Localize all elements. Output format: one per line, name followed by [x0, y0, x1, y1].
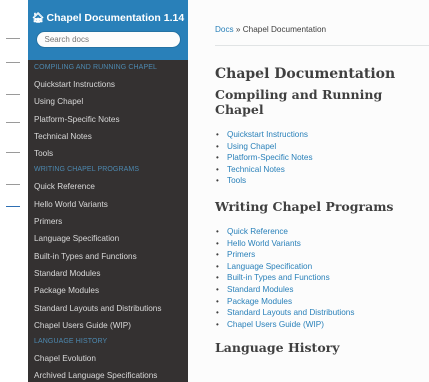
sidebar-item[interactable]: Language Specification [28, 230, 188, 247]
doc-list-item: Quickstart Instructions [215, 129, 429, 141]
sidebar: 🏠︎Chapel Documentation 1.14 COMPILING AN… [28, 0, 188, 382]
gutter-mark [6, 62, 20, 63]
sidebar-item[interactable]: Built-in Types and Functions [28, 248, 188, 265]
breadcrumb-current: Chapel Documentation [242, 25, 327, 34]
sidebar-item[interactable]: Tools [28, 145, 188, 162]
gutter-mark [6, 38, 20, 39]
sidebar-item[interactable]: Using Chapel [28, 93, 188, 110]
doc-list-item: Quick Reference [215, 226, 429, 238]
sidebar-caption: LANGUAGE HISTORY [34, 338, 108, 346]
sidebar-item[interactable]: Technical Notes [28, 128, 188, 145]
sidebar-item[interactable]: Quick Reference [28, 178, 188, 195]
sidebar-menu: COMPILING AND RUNNING CHAPEL Quickstart I… [28, 60, 188, 382]
doc-list-item: Standard Modules [215, 284, 429, 296]
left-gutter [0, 0, 28, 382]
doc-list-item: Standard Layouts and Distributions [215, 307, 429, 319]
page-title: Chapel Documentation [215, 66, 396, 82]
doc-link[interactable]: Primers [227, 250, 255, 259]
doc-link[interactable]: Technical Notes [227, 165, 285, 174]
doc-link[interactable]: Platform-Specific Notes [227, 153, 313, 162]
doc-link[interactable]: Hello World Variants [227, 239, 301, 248]
sidebar-item[interactable]: Platform-Specific Notes [28, 111, 188, 128]
doc-link[interactable]: Tools [227, 176, 246, 185]
section-heading: Compiling and Running Chapel [215, 87, 383, 117]
sidebar-header: 🏠︎ Chapel Documentation 1.14 [28, 0, 188, 60]
gutter-mark [6, 94, 20, 95]
gutter-mark [6, 206, 20, 207]
sidebar-item[interactable]: Standard Modules [28, 265, 188, 282]
sidebar-item[interactable]: Standard Layouts and Distributions [28, 300, 188, 317]
breadcrumb-docs-link[interactable]: Docs [215, 25, 234, 34]
doc-link[interactable]: Package Modules [227, 297, 292, 306]
doc-list-item: Tools [215, 175, 429, 187]
doc-sections: Compiling and Running Chapel Quickstart I… [215, 87, 429, 355]
doc-link[interactable]: Quickstart Instructions [227, 130, 308, 139]
doc-link[interactable]: Quick Reference [227, 227, 288, 236]
sidebar-item[interactable]: Primers [28, 213, 188, 230]
gutter-mark [6, 122, 20, 123]
doc-list-item: Package Modules [215, 296, 429, 308]
search-input[interactable] [35, 31, 181, 48]
sidebar-nav-list: Quickstart Instructions Using Chapel Platf… [28, 76, 188, 162]
sidebar-item[interactable]: Chapel Users Guide (WIP) [28, 317, 188, 334]
home-icon: 🏠︎ [31, 13, 45, 24]
sidebar-item[interactable]: Archived Language Specifications [28, 367, 188, 382]
doc-link[interactable]: Built-in Types and Functions [227, 273, 330, 282]
doc-list-item: Chapel Users Guide (WIP) [215, 319, 429, 331]
breadcrumb-separator: » [233, 25, 243, 34]
sidebar-item[interactable]: Chapel Evolution [28, 350, 188, 367]
section-heading: Language History [215, 340, 340, 356]
doc-link[interactable]: Using Chapel [227, 142, 276, 151]
doc-link[interactable]: Language Specification [227, 262, 312, 271]
doc-link[interactable]: Standard Modules [227, 285, 293, 294]
gutter-mark [6, 152, 20, 153]
sidebar-nav-list: Chapel Evolution Archived Language Specif… [28, 350, 188, 382]
sidebar-item[interactable]: Package Modules [28, 282, 188, 299]
doc-list-item: Platform-Specific Notes [215, 152, 429, 164]
doc-list-item: Primers [215, 249, 429, 261]
brand-title: Chapel Documentation 1.14 [46, 12, 185, 24]
doc-list-item: Hello World Variants [215, 238, 429, 250]
gutter-mark [6, 184, 20, 185]
brand-link[interactable]: 🏠︎ Chapel Documentation 1.14 [28, 12, 188, 24]
doc-list-item: Built-in Types and Functions [215, 272, 429, 284]
sidebar-caption: WRITING CHAPEL PROGRAMS [34, 166, 140, 174]
doc-list-item: Using Chapel [215, 141, 429, 153]
sidebar-item[interactable]: Hello World Variants [28, 196, 188, 213]
sidebar-nav-list: Quick Reference Hello World Variants Prime… [28, 178, 188, 334]
sidebar-caption: COMPILING AND RUNNING CHAPEL [34, 64, 157, 71]
doc-list-item: Language Specification [215, 261, 429, 273]
doc-link[interactable]: Chapel Users Guide (WIP) [227, 320, 324, 329]
doc-link[interactable]: Standard Layouts and Distributions [227, 308, 354, 317]
breadcrumb: Docs » Chapel Documentation [215, 0, 429, 46]
main-content: Docs » Chapel Documentation Chapel Docum… [188, 0, 429, 382]
doc-link-list: Quickstart Instructions Using Chapel Platf… [215, 129, 429, 187]
doc-list-item: Technical Notes [215, 164, 429, 176]
section-heading: Writing Chapel Programs [215, 198, 394, 214]
doc-link-list: Quick Reference Hello World Variants Prime… [215, 226, 429, 330]
sidebar-item[interactable]: Quickstart Instructions [28, 76, 188, 93]
